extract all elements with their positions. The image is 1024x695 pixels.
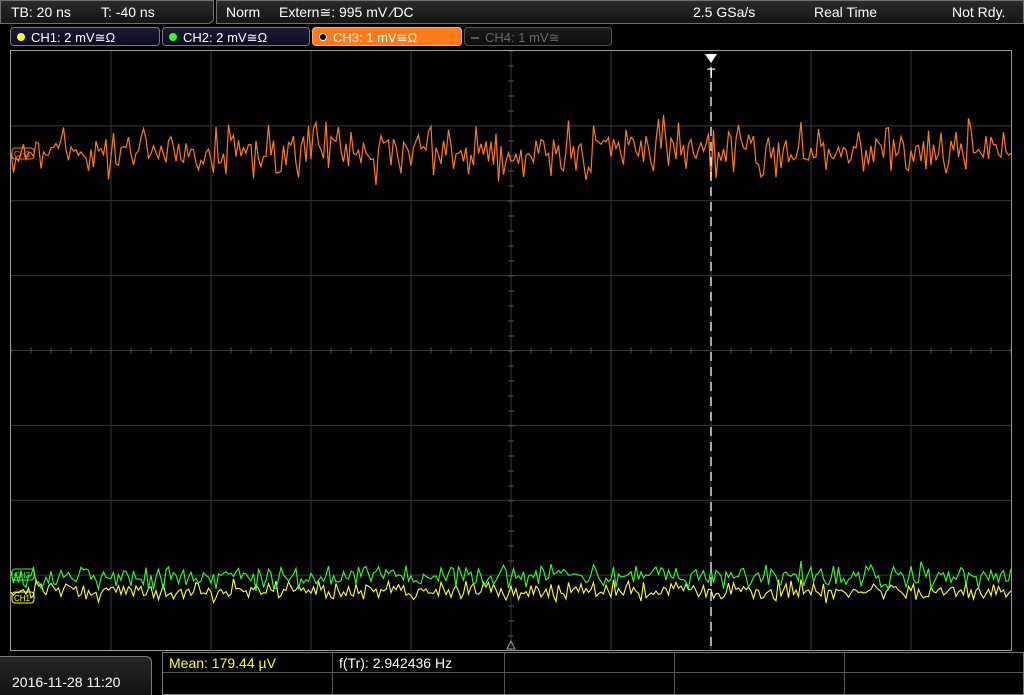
datetime-display: 2016-11-28 11:20 [12,674,121,690]
ch3-color-dot [319,33,327,41]
ch4-color-dot [471,37,479,39]
trigger-time-readout[interactable]: T: -40 ns [101,4,155,20]
channel-tab-label: CH1: 2 mV≅Ω [31,30,116,45]
channel-tab-ch4[interactable]: CH4: 1 mV≅ [464,27,612,46]
meas-cell [845,653,1023,673]
svg-text:CH1: CH1 [14,594,31,603]
trigger-label: T [707,65,716,81]
channel-tab-label: CH2: 2 mV≅Ω [183,30,268,45]
channel-tab-ch1[interactable]: CH1: 2 mV≅Ω [10,27,160,46]
waveform-display[interactable]: T CH3 CH2 CH1 [10,50,1012,651]
meas-cell [675,653,845,673]
waveform-canvas: T CH3 CH2 CH1 [11,51,1011,650]
svg-text:CH2: CH2 [14,571,31,580]
meas-cell [505,653,675,673]
channel-tab-ch2[interactable]: CH2: 2 mV≅Ω [162,27,310,46]
acquisition-state: Not Rdy. [952,4,1006,20]
measurement-panel[interactable]: Mean: 179.44 µV f(Tr): 2.942436 Hz [162,652,1024,695]
ch3-reference-marker[interactable]: CH3 [11,147,35,160]
horizontal-settings[interactable]: TB: 20 ns T: -40 ns [0,0,214,24]
meas-cell [333,673,505,694]
meas-cell [675,673,845,694]
timebase-readout[interactable]: TB: 20 ns [11,4,71,20]
trigger-position-marker[interactable] [705,54,717,63]
mean-measurement[interactable]: Mean: 179.44 µV [169,655,276,671]
acquisition-mode[interactable]: Real Time [814,4,877,20]
channel-tab-label: CH4: 1 mV≅ [485,30,560,45]
channel-tab-label: CH3: 1 mV≅Ω [333,30,418,45]
trigger-source[interactable]: Extern≅: 995 mV ⁄DC [279,4,414,21]
svg-text:CH3: CH3 [14,150,31,159]
ch2-reference-marker[interactable]: CH2 [11,568,35,581]
ch1-color-dot [17,33,25,41]
trigger-frequency-measurement[interactable]: f(Tr): 2.942436 Hz [339,655,452,671]
meas-cell [505,673,675,694]
ch2-color-dot [169,33,177,41]
trigger-acquisition-settings[interactable]: Norm Extern≅: 995 mV ⁄DC 2.5 GSa/s Real … [216,0,1024,24]
channel-tab-ch3[interactable]: CH3: 1 mV≅Ω [312,27,462,46]
status-bar: TB: 20 ns T: -40 ns Norm Extern≅: 995 mV… [0,0,1024,24]
sample-rate[interactable]: 2.5 GSa/s [693,4,755,20]
datetime-box: 2016-11-28 11:20 [0,656,152,695]
trigger-mode[interactable]: Norm [226,4,260,20]
meas-cell [845,673,1023,694]
meas-cell [163,673,333,694]
